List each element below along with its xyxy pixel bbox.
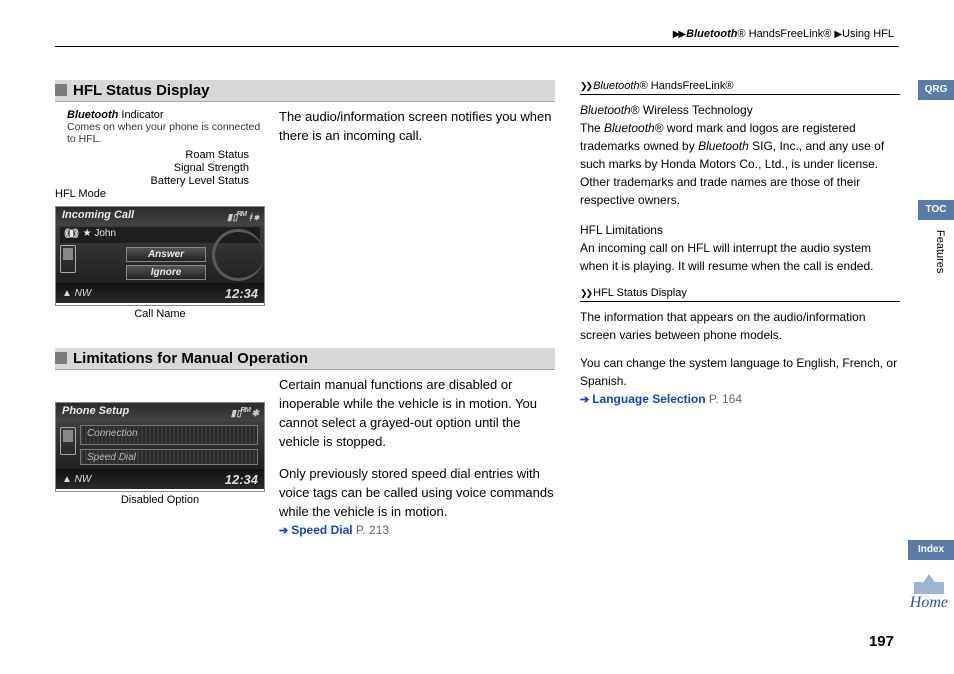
menu-item-speed-dial: Speed Dial [80,449,258,465]
section2-para2: Only previously stored speed dial entrie… [279,465,555,522]
clock: 12:34 [225,472,258,487]
callout-labels: Bluetooth Indicator Comes on when your p… [55,109,265,200]
sidebar-subtitle-1: Bluetooth® Wireless Technology [580,101,900,119]
tab-qrg[interactable]: QRG [918,80,954,100]
sidebar-para-2: An incoming call on HFL will interrupt t… [580,239,900,275]
breadcrumb: ▶▶Bluetooth® HandsFreeLink®▶Using HFL [673,28,894,40]
tab-features[interactable]: Features [934,230,946,273]
section2-para1: Certain manual functions are disabled or… [279,376,555,451]
phone-wrench-icon [60,427,76,455]
sidebar-subhead-1: ❯❯Bluetooth® HandsFreeLink® [580,80,900,95]
section-heading-hfl-status: HFL Status Display [55,80,555,102]
screen-title: Incoming Call [62,209,134,223]
compass-indicator: ▲ NW [62,288,91,299]
home-button[interactable]: Home [910,570,948,612]
screen-phone-setup: Phone Setup ▮ ▯RM ✱ Connection Speed Dia… [55,402,265,492]
compass-indicator: ▲ NW [62,474,91,485]
screen-incoming-call: Incoming Call ▮ ▯RM ᚼ ✱ ((( ▮ ))) ★ John… [55,206,265,306]
page-number: 197 [869,633,894,650]
caller-name: John [94,228,116,239]
status-icons: ▮ ▯RM ✱ [231,405,258,419]
screen-title: Phone Setup [62,405,129,419]
callout-battery: Battery Level Status [55,175,265,187]
tab-toc[interactable]: TOC [918,200,954,220]
sidebar-para-4: You can change the system language to En… [580,354,900,390]
callout-roam: Roam Status [55,149,265,161]
answer-button: Answer [126,247,206,262]
section-heading-limitations: Limitations for Manual Operation [55,348,555,370]
callout-signal: Signal Strength [55,162,265,174]
steering-wheel-icon [212,229,264,281]
caption-call-name: Call Name [55,308,265,320]
sidebar-subhead-2: ❯❯HFL Status Display [580,287,900,302]
sidebar-para-3: The information that appears on the audi… [580,308,900,344]
tab-index[interactable]: Index [908,540,954,560]
clock: 12:34 [225,286,258,301]
status-icons: ▮ ▯RM ᚼ ✱ [227,209,258,223]
link-language-selection[interactable]: ➔Language Selection P. 164 [580,390,900,409]
phone-icon [60,245,76,273]
section1-paragraph: The audio/information screen notifies yo… [279,108,555,320]
callout-hflmode: HFL Mode [55,188,265,200]
sidebar-subtitle-2: HFL Limitations [580,221,900,239]
header-rule [55,46,899,47]
caption-disabled-option: Disabled Option [55,494,265,506]
sidebar-para-1: The Bluetooth® word mark and logos are r… [580,119,900,209]
ignore-button: Ignore [126,265,206,280]
link-speed-dial[interactable]: ➔Speed Dial P. 213 [279,522,555,540]
menu-item-connection: Connection [80,425,258,445]
